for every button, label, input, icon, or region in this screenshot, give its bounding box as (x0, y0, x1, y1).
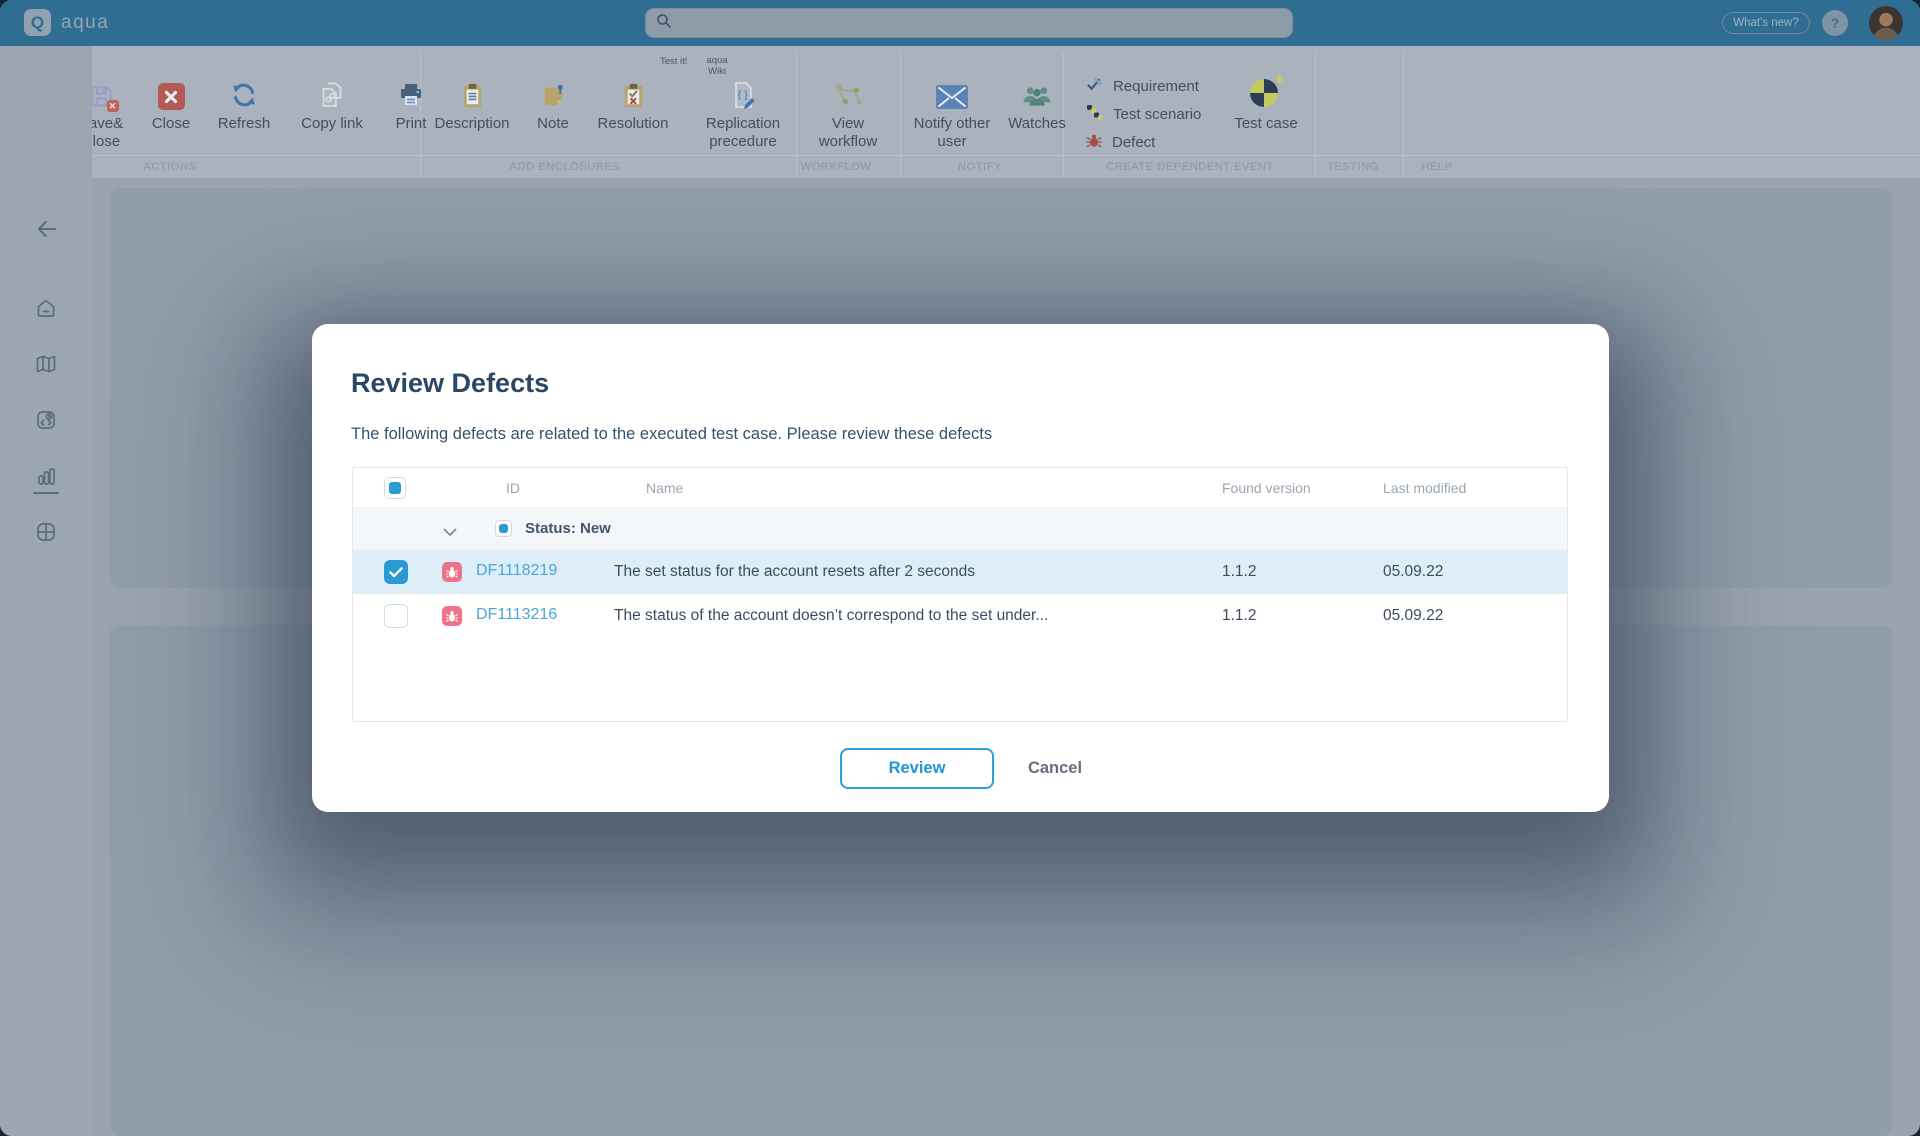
defect-id-link[interactable]: DF1113216 (476, 606, 557, 624)
script-icon[interactable] (34, 408, 58, 437)
app-window: Q aqua What's new? ? Test it! aqua Wiki (0, 0, 1920, 1136)
ribbon-section-create-dependent-event: Requirement Test scenario Defect (1086, 74, 1201, 156)
group-row-status-new[interactable]: Status: New (353, 508, 1567, 550)
group-checkbox[interactable] (495, 520, 512, 537)
defect-name: The status of the account doesn’t corres… (614, 607, 1048, 625)
ribbon-section-create-dependent-event-testcase: Test case (1216, 46, 1316, 133)
view-workflow-button[interactable]: View workflow (805, 46, 891, 151)
defect-name: The set status for the account resets af… (614, 563, 975, 581)
ribbon-section-labels: ACTIONS ADD ENCLOSURES WORKFLOW NOTIFY C… (0, 155, 1920, 178)
global-search[interactable] (645, 8, 1293, 38)
user-avatar[interactable] (1869, 6, 1903, 40)
resolution-button[interactable]: Resolution (590, 46, 676, 133)
defect-bug-icon (442, 562, 462, 582)
defect-bug-icon (442, 606, 462, 626)
group-label: Status: New (525, 520, 611, 537)
section-label-actions: ACTIONS (143, 161, 196, 173)
dialog-title: Review Defects (351, 368, 549, 399)
workflow-icon (832, 72, 865, 110)
map-icon[interactable] (34, 352, 58, 381)
section-label-create-dependent-event: CREATE DEPENDENT EVENT (1106, 161, 1273, 173)
create-requirement-item[interactable]: Requirement (1086, 74, 1201, 100)
column-header-found-version[interactable]: Found version (1222, 480, 1311, 496)
whats-new-button[interactable]: What's new? (1722, 12, 1810, 34)
review-button[interactable]: Review (840, 748, 994, 789)
section-label-testing: TESTING (1327, 161, 1379, 173)
help-button[interactable]: ? (1822, 10, 1848, 36)
refresh-button[interactable]: Refresh (212, 46, 276, 133)
watches-button[interactable]: Watches (1006, 46, 1068, 133)
envelope-icon (935, 72, 969, 110)
code-document-icon: { } (728, 72, 758, 110)
bar-chart-icon[interactable] (34, 464, 58, 493)
svg-text:{ }: { } (738, 90, 749, 101)
indeterminate-mark (499, 524, 508, 533)
defect-found-version: 1.1.2 (1222, 563, 1256, 581)
refresh-icon (229, 72, 259, 110)
column-header-id[interactable]: ID (506, 480, 520, 496)
close-badge-icon: ✕ (107, 100, 119, 112)
select-all-checkbox[interactable] (384, 477, 406, 499)
search-icon (656, 13, 672, 34)
defect-last-modified: 05.09.22 (1383, 563, 1443, 581)
notify-other-user-button[interactable]: Notify other user (906, 46, 998, 151)
sticky-note-icon (539, 72, 568, 110)
row-checkbox-checked[interactable] (384, 560, 408, 584)
defect-row[interactable]: DF1118219 The set status for the account… (353, 550, 1567, 594)
ribbon-section-notify: Notify other user Watches (906, 46, 1068, 151)
search-input[interactable] (680, 15, 1282, 31)
section-label-add-enclosures: ADD ENCLOSURES (510, 161, 620, 173)
grid-icon[interactable] (34, 520, 58, 549)
replication-precedure-button[interactable]: { } Replication precedure (690, 46, 796, 151)
chevron-down-icon[interactable] (443, 524, 457, 542)
indeterminate-mark (389, 482, 401, 494)
ribbon-section-workflow: View workflow (798, 46, 898, 151)
defect-row[interactable]: DF1113216 The status of the account does… (353, 594, 1567, 638)
home-icon[interactable] (34, 296, 58, 325)
section-label-help: HELP (1421, 161, 1452, 173)
cancel-button[interactable]: Cancel (1012, 748, 1098, 789)
active-nav-indicator (33, 492, 59, 494)
top-bar: Q aqua What's new? ? (0, 0, 1920, 46)
defect-id-link[interactable]: DF1118219 (476, 562, 557, 580)
defect-found-version: 1.1.2 (1222, 607, 1256, 625)
row-checkbox-unchecked[interactable] (384, 604, 408, 628)
brand-logo: Q aqua (24, 9, 109, 36)
test-case-button[interactable]: Test case (1216, 46, 1316, 133)
copy-link-icon (317, 72, 347, 110)
test-case-icon (1248, 72, 1285, 110)
note-button[interactable]: Note (530, 46, 576, 133)
defect-last-modified: 05.09.22 (1383, 607, 1443, 625)
aqua-logo-icon: Q (24, 9, 51, 36)
review-defects-dialog: Review Defects The following defects are… (312, 324, 1609, 812)
close-button[interactable]: Close (146, 46, 196, 133)
create-defect-item[interactable]: Defect (1086, 130, 1201, 156)
section-label-notify: NOTIFY (958, 161, 1002, 173)
people-icon (1020, 72, 1054, 110)
description-button[interactable]: Description (428, 46, 516, 133)
brand-wordmark: aqua (61, 12, 109, 34)
defects-table: ID Name Found version Last modified Stat… (352, 467, 1568, 722)
copy-link-button[interactable]: Copy link (292, 46, 372, 133)
printer-icon (396, 72, 426, 110)
requirement-icon (1086, 76, 1103, 98)
table-header: ID Name Found version Last modified (353, 468, 1567, 508)
ribbon-toolbar: Test it! aqua Wiki Save ✕ Save& Close (0, 46, 1920, 178)
column-header-last-modified[interactable]: Last modified (1383, 480, 1466, 496)
column-header-name[interactable]: Name (646, 480, 683, 496)
dialog-subtitle: The following defects are related to the… (351, 425, 992, 444)
left-sidebar (0, 46, 92, 1136)
back-arrow-icon[interactable] (34, 216, 60, 247)
test-scenario-icon (1086, 104, 1103, 126)
bug-icon (1086, 133, 1102, 154)
clipboard-icon (458, 72, 487, 110)
ribbon-section-add-enclosures: Description Note Resolution { } Replicat… (428, 46, 796, 151)
create-test-scenario-item[interactable]: Test scenario (1086, 102, 1201, 128)
close-red-icon (158, 72, 185, 110)
section-label-workflow: WORKFLOW (801, 161, 872, 173)
clipboard-check-icon (619, 72, 648, 110)
